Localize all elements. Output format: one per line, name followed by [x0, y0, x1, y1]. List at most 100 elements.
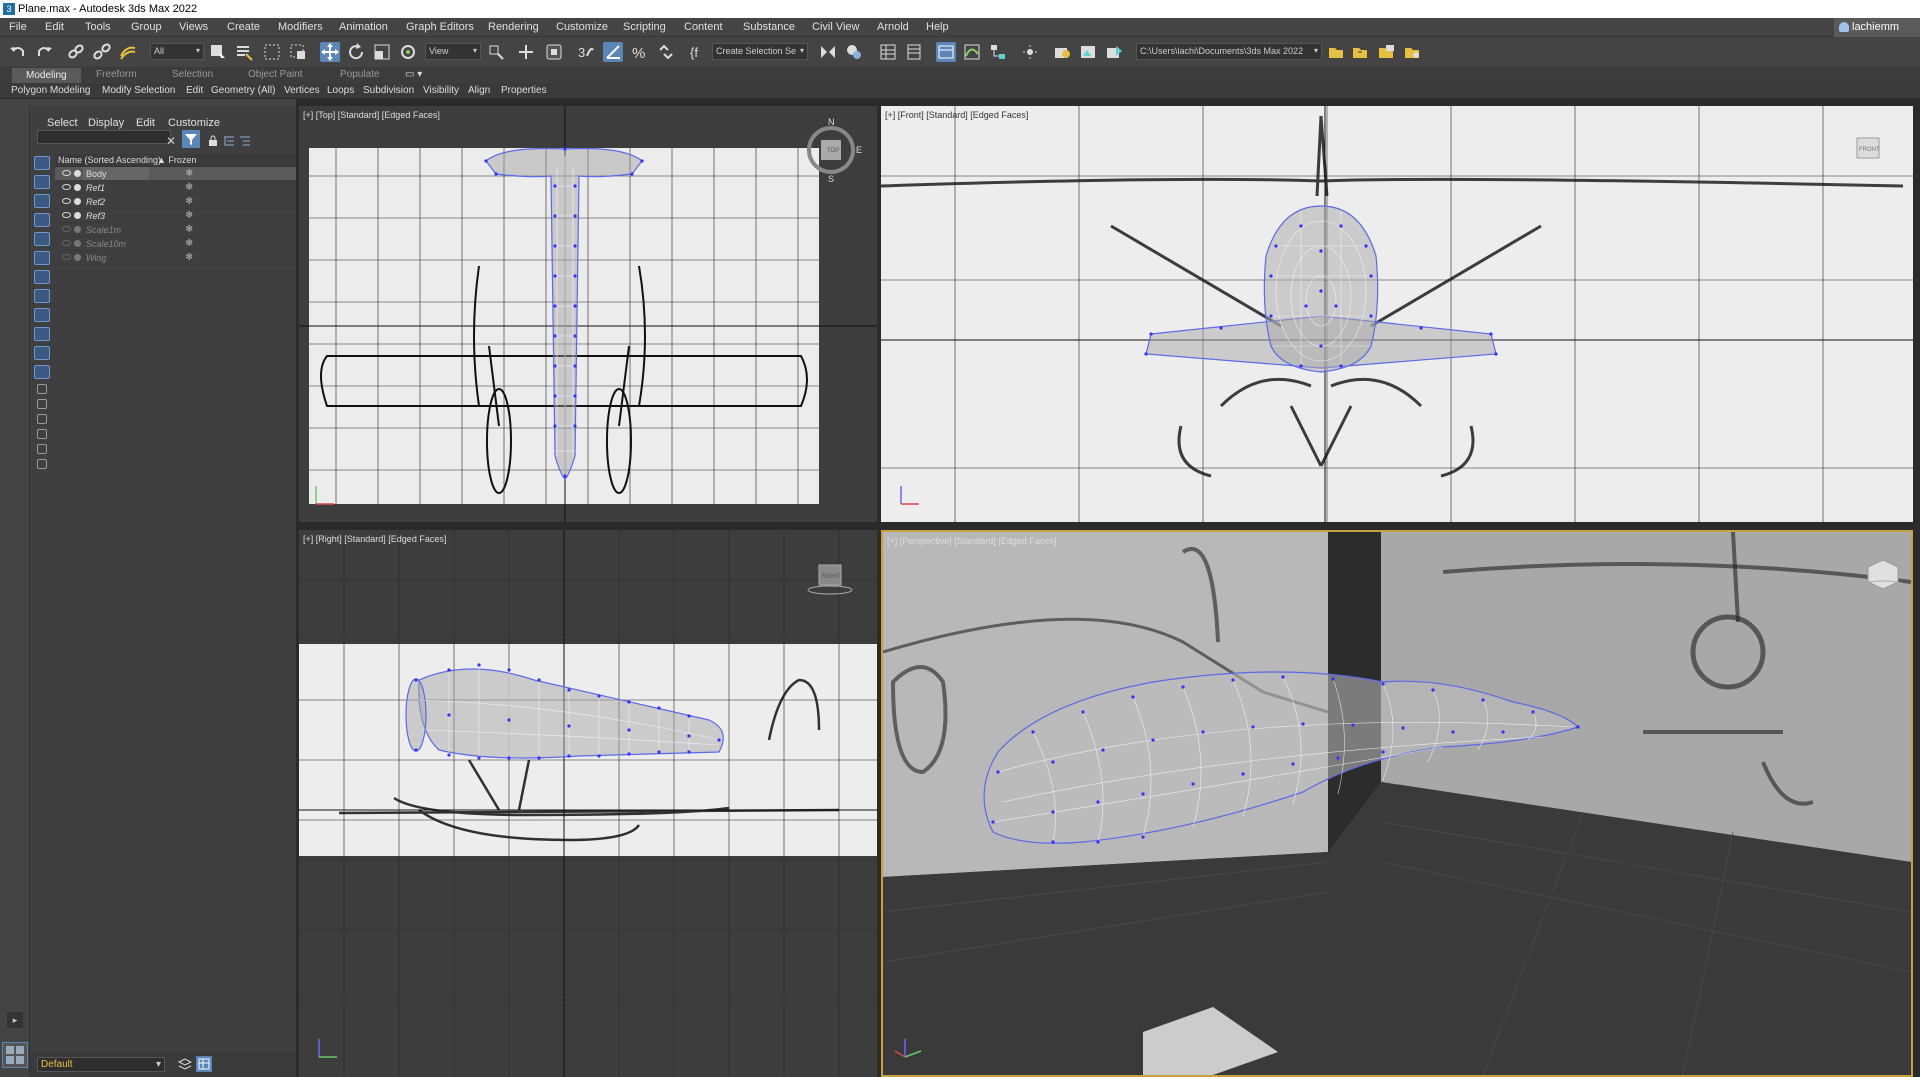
clear-search-icon[interactable]: ✕ — [166, 134, 180, 148]
set-project-folder-icon[interactable] — [1350, 42, 1370, 62]
link-icon[interactable] — [66, 42, 86, 62]
filter-lights-icon[interactable] — [34, 194, 50, 208]
viewport-label-perspective[interactable]: [+] [Perspective] [Standard] [Edged Face… — [887, 536, 1056, 546]
list-item[interactable]: Scale10m ❄ — [55, 237, 298, 251]
unlink-icon[interactable] — [92, 42, 112, 62]
filter-icon[interactable] — [182, 130, 200, 148]
menu-graph-editors[interactable]: Graph Editors — [406, 21, 474, 33]
panel-loops[interactable]: Loops — [327, 85, 354, 96]
panel-visibility[interactable]: Visibility — [423, 85, 459, 96]
menu-content[interactable]: Content — [684, 21, 723, 33]
explorer-tab-display[interactable]: Display — [88, 117, 124, 129]
toggle-scene-explorer-icon[interactable] — [878, 42, 898, 62]
viewport-layout-icon[interactable] — [2, 1042, 28, 1068]
viewport-front[interactable]: FRONT [+] [Front] [Standard] [Edged Face… — [881, 106, 1913, 522]
filter-groups-icon[interactable] — [34, 270, 50, 284]
filter-toggle-icon[interactable] — [37, 429, 47, 439]
menu-arnold[interactable]: Arnold — [877, 21, 909, 33]
toggle-ribbon-icon[interactable] — [936, 42, 956, 62]
list-item[interactable]: Wing ❄ — [55, 251, 298, 265]
list-item[interactable]: Body ❄ — [55, 167, 298, 181]
menu-edit[interactable]: Edit — [45, 21, 64, 33]
tab-selection[interactable]: Selection — [172, 69, 213, 80]
render-toggle-icon[interactable] — [74, 254, 81, 261]
viewport-label-front[interactable]: [+] [Front] [Standard] [Edged Faces] — [885, 110, 1028, 120]
invert-display-icon[interactable] — [37, 414, 47, 424]
tab-modeling[interactable]: Modeling — [12, 68, 81, 83]
menu-customize[interactable]: Customize — [556, 21, 608, 33]
menu-substance[interactable]: Substance — [743, 21, 795, 33]
list-item[interactable]: Ref3 ❄ — [55, 209, 298, 223]
layers-icon[interactable] — [177, 1057, 193, 1071]
viewport-top[interactable]: TOP N S E [+] [Top] [Standard] [Edged Fa… — [299, 106, 877, 522]
filter-containers-icon[interactable] — [34, 327, 50, 341]
hierarchy-icon[interactable] — [222, 134, 236, 148]
tab-object-paint[interactable]: Object Paint — [248, 69, 302, 80]
select-and-move-icon[interactable] — [320, 42, 340, 62]
menu-civil-view[interactable]: Civil View — [812, 21, 859, 33]
align-icon[interactable] — [844, 42, 864, 62]
curve-editor-icon[interactable] — [962, 42, 982, 62]
select-manipulate-icon[interactable] — [516, 42, 536, 62]
user-account[interactable]: lachiemm — [1834, 18, 1920, 37]
eye-icon[interactable] — [62, 184, 71, 190]
explorer-tab-select[interactable]: Select — [47, 117, 78, 129]
panel-polygon-modeling[interactable]: Polygon Modeling — [11, 85, 91, 96]
spinner-snap-icon[interactable] — [656, 42, 676, 62]
selection-filter-dropdown[interactable]: All ▾ — [150, 43, 204, 60]
snowflake-icon[interactable]: ❄ — [185, 168, 193, 179]
filter-spacewarps-icon[interactable] — [34, 251, 50, 265]
menu-tools[interactable]: Tools — [85, 21, 111, 33]
tab-freeform[interactable]: Freeform — [96, 69, 137, 80]
open-project-icon[interactable] — [1326, 42, 1346, 62]
rendered-frame-window-icon[interactable] — [1078, 42, 1098, 62]
viewport-right[interactable]: RIGHT [+] [Right] [Standard] [Edged Face… — [299, 530, 877, 1077]
explorer-tab-edit[interactable]: Edit — [136, 117, 155, 129]
eye-icon[interactable] — [62, 226, 71, 232]
select-and-scale-icon[interactable] — [372, 42, 392, 62]
rectangular-selection-icon[interactable] — [262, 42, 282, 62]
project-settings-icon[interactable] — [1376, 42, 1396, 62]
filter-bones-icon[interactable] — [34, 308, 50, 322]
filter-cameras-icon[interactable] — [34, 213, 50, 227]
snowflake-icon[interactable]: ❄ — [185, 238, 193, 249]
snowflake-icon[interactable]: ❄ — [185, 252, 193, 263]
panel-vertices[interactable]: Vertices — [284, 85, 320, 96]
render-toggle-icon[interactable] — [74, 240, 81, 247]
display-all-icon[interactable] — [37, 384, 47, 394]
menu-file[interactable]: File — [9, 21, 27, 33]
panel-subdivision[interactable]: Subdivision — [363, 85, 414, 96]
expand-panel-icon[interactable]: ▸ — [7, 1012, 23, 1028]
project-folder-dropdown[interactable]: C:\Users\lachi\Documents\3ds Max 2022 ▾ — [1136, 43, 1322, 60]
snowflake-icon[interactable]: ❄ — [185, 196, 193, 207]
eye-icon[interactable] — [62, 240, 71, 246]
menu-create[interactable]: Create — [227, 21, 260, 33]
menu-help[interactable]: Help — [926, 21, 949, 33]
list-item[interactable]: Scale1m ❄ — [55, 223, 298, 237]
scene-explorer-toggle-icon[interactable] — [196, 1056, 212, 1072]
menu-modifiers[interactable]: Modifiers — [278, 21, 323, 33]
viewport-perspective[interactable]: [+] [Perspective] [Standard] [Edged Face… — [881, 530, 1913, 1077]
lock-icon[interactable] — [206, 134, 220, 148]
viewport-label-top[interactable]: [+] [Top] [Standard] [Edged Faces] — [303, 110, 440, 120]
percent-snap-icon[interactable]: % — [630, 42, 650, 62]
undo-icon[interactable] — [8, 42, 28, 62]
menu-animation[interactable]: Animation — [339, 21, 388, 33]
schematic-view-icon[interactable] — [988, 42, 1008, 62]
filter-helpers-icon[interactable] — [34, 232, 50, 246]
eye-icon[interactable] — [62, 170, 71, 176]
layer-hierarchy-icon[interactable] — [238, 134, 252, 148]
snaps-toggle-icon[interactable]: 3 — [576, 42, 596, 62]
render-toggle-icon[interactable] — [74, 226, 81, 233]
render-toggle-icon[interactable] — [74, 212, 81, 219]
reference-coordinate-dropdown[interactable]: View ▾ — [425, 43, 481, 60]
filter-particles-icon[interactable] — [34, 346, 50, 360]
render-toggle-icon[interactable] — [74, 198, 81, 205]
render-production-icon[interactable] — [1104, 42, 1124, 62]
eye-icon[interactable] — [62, 212, 71, 218]
menu-group[interactable]: Group — [131, 21, 162, 33]
select-and-place-icon[interactable] — [398, 42, 418, 62]
viewport-label-right[interactable]: [+] [Right] [Standard] [Edged Faces] — [303, 534, 446, 544]
panel-properties[interactable]: Properties — [501, 85, 547, 96]
bind-spacewarp-icon[interactable] — [118, 42, 138, 62]
